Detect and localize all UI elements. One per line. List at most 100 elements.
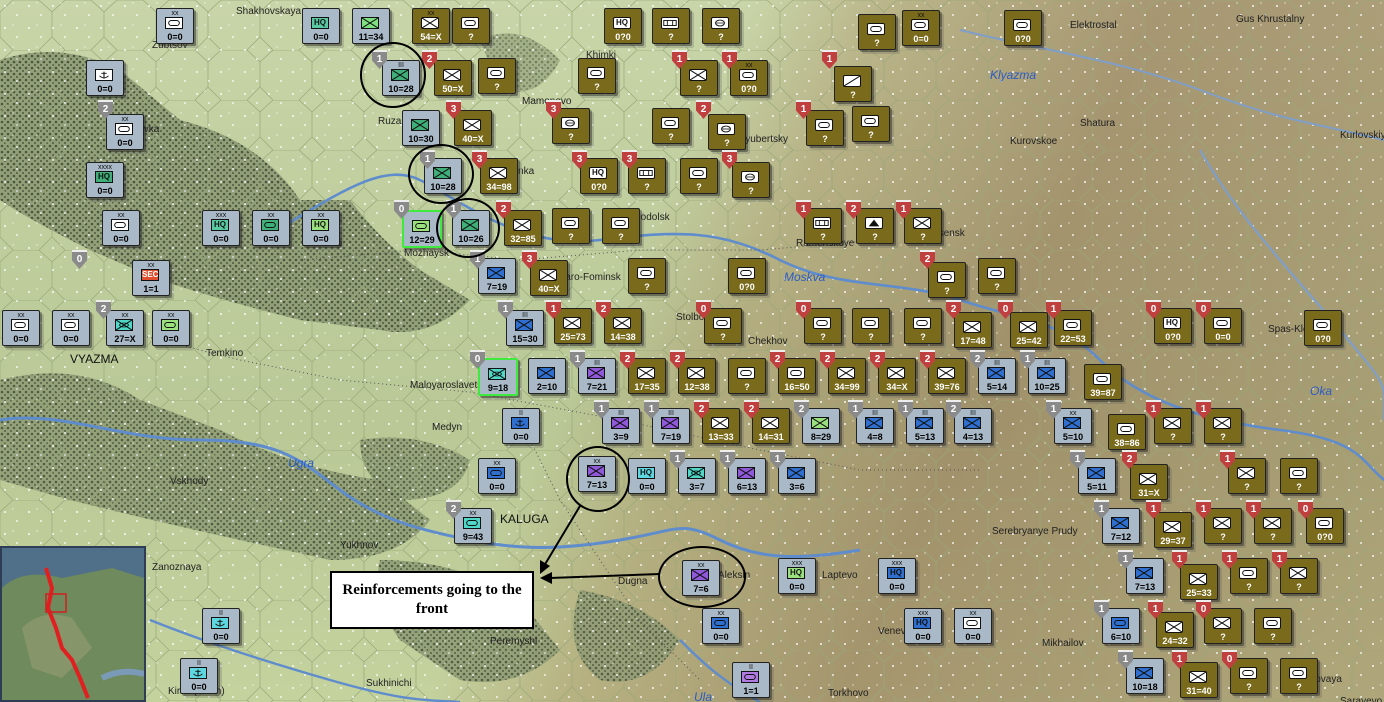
- axis-unit-counter[interactable]: ?: [704, 308, 742, 344]
- soviet-unit-counter[interactable]: III 4=13: [954, 408, 992, 444]
- axis-unit-counter[interactable]: ?: [852, 106, 890, 142]
- soviet-unit-counter[interactable]: xx HQ 0=0: [302, 210, 340, 246]
- soviet-unit-counter[interactable]: III 7=19: [652, 408, 690, 444]
- soviet-unit-counter[interactable]: 11=34: [352, 8, 390, 44]
- axis-unit-counter[interactable]: 38=86: [1108, 414, 1146, 450]
- soviet-unit-counter[interactable]: xx SEC 1=1: [132, 260, 170, 296]
- axis-unit-counter[interactable]: 22=53: [1054, 310, 1092, 346]
- axis-unit-counter[interactable]: 14=38: [604, 308, 642, 344]
- soviet-unit-counter[interactable]: 3=7: [678, 458, 716, 494]
- axis-unit-counter[interactable]: ?: [1280, 558, 1318, 594]
- axis-unit-counter[interactable]: ?: [680, 158, 718, 194]
- soviet-unit-counter[interactable]: 3=6: [778, 458, 816, 494]
- soviet-unit-counter[interactable]: 6=10: [1102, 608, 1140, 644]
- axis-unit-counter[interactable]: ?: [804, 208, 842, 244]
- axis-unit-counter[interactable]: ?: [1254, 508, 1292, 544]
- soviet-unit-counter[interactable]: xx 0=0: [106, 114, 144, 150]
- soviet-unit-counter[interactable]: III 15=30: [506, 310, 544, 346]
- soviet-unit-counter[interactable]: 7=12: [1102, 508, 1140, 544]
- axis-unit-counter[interactable]: ?: [602, 208, 640, 244]
- soviet-unit-counter[interactable]: 8=29: [802, 408, 840, 444]
- axis-unit-counter[interactable]: ?: [834, 66, 872, 102]
- soviet-unit-counter[interactable]: xx 0=0: [702, 608, 740, 644]
- axis-unit-counter[interactable]: ?: [578, 58, 616, 94]
- axis-unit-counter[interactable]: ?: [904, 208, 942, 244]
- axis-unit-counter[interactable]: ?: [732, 162, 770, 198]
- axis-unit-counter[interactable]: ?: [978, 258, 1016, 294]
- axis-unit-counter[interactable]: 32=85: [504, 210, 542, 246]
- axis-unit-counter[interactable]: 34=X: [878, 358, 916, 394]
- axis-unit-counter[interactable]: ?: [652, 108, 690, 144]
- axis-unit-counter[interactable]: 12=38: [678, 358, 716, 394]
- soviet-unit-counter[interactable]: III 10=28: [382, 60, 420, 96]
- axis-unit-counter[interactable]: ?: [452, 8, 490, 44]
- soviet-unit-counter[interactable]: xx 0=0: [478, 458, 516, 494]
- axis-unit-counter[interactable]: 16=50: [778, 358, 816, 394]
- soviet-unit-counter[interactable]: xx 7=13: [578, 456, 616, 492]
- axis-unit-counter[interactable]: 34=99: [828, 358, 866, 394]
- soviet-unit-counter[interactable]: 9=18: [478, 358, 518, 396]
- axis-unit-counter[interactable]: ?: [1280, 458, 1318, 494]
- axis-unit-counter[interactable]: ?: [1154, 408, 1192, 444]
- soviet-unit-counter[interactable]: HQ 0=0: [628, 458, 666, 494]
- axis-unit-counter[interactable]: ?: [552, 208, 590, 244]
- soviet-unit-counter[interactable]: 7=13: [1126, 558, 1164, 594]
- soviet-unit-counter[interactable]: III 10=25: [1028, 358, 1066, 394]
- axis-unit-counter[interactable]: ?: [1204, 508, 1242, 544]
- axis-unit-counter[interactable]: 0?0: [728, 258, 766, 294]
- axis-unit-counter[interactable]: 29=37: [1154, 512, 1192, 548]
- axis-unit-counter[interactable]: 31=40: [1180, 662, 1218, 698]
- soviet-unit-counter[interactable]: III 7=21: [578, 358, 616, 394]
- soviet-unit-counter[interactable]: III 3=9: [602, 408, 640, 444]
- axis-unit-counter[interactable]: ?: [1254, 608, 1292, 644]
- soviet-unit-counter[interactable]: xxxx HQ 0=0: [86, 162, 124, 198]
- soviet-unit-counter[interactable]: 5=11: [1078, 458, 1116, 494]
- soviet-unit-counter[interactable]: 12=29: [402, 210, 442, 248]
- axis-unit-counter[interactable]: 24=32: [1156, 612, 1194, 648]
- soviet-unit-counter[interactable]: 6=13: [728, 458, 766, 494]
- soviet-unit-counter[interactable]: II 0=0: [202, 608, 240, 644]
- soviet-unit-counter[interactable]: xxx HQ 0=0: [904, 608, 942, 644]
- soviet-unit-counter[interactable]: II 0=0: [502, 408, 540, 444]
- soviet-unit-counter[interactable]: 0=0: [86, 60, 124, 96]
- axis-unit-counter[interactable]: ?: [652, 8, 690, 44]
- soviet-unit-counter[interactable]: II 1=1: [732, 662, 770, 698]
- soviet-unit-counter[interactable]: xx 0=0: [52, 310, 90, 346]
- axis-unit-counter[interactable]: ?: [1204, 608, 1242, 644]
- axis-unit-counter[interactable]: ?: [904, 308, 942, 344]
- axis-unit-counter[interactable]: ?: [928, 262, 966, 298]
- soviet-unit-counter[interactable]: xxx HQ 0=0: [778, 558, 816, 594]
- axis-unit-counter[interactable]: 25=33: [1180, 564, 1218, 600]
- soviet-unit-counter[interactable]: xxx HQ 0=0: [202, 210, 240, 246]
- axis-unit-counter[interactable]: 0?0: [1304, 310, 1342, 346]
- axis-unit-counter[interactable]: HQ 0?0: [580, 158, 618, 194]
- soviet-unit-counter[interactable]: 10=18: [1126, 658, 1164, 694]
- axis-unit-counter[interactable]: ?: [628, 258, 666, 294]
- soviet-unit-counter[interactable]: xx 0=0: [2, 310, 40, 346]
- axis-unit-counter[interactable]: 40=X: [530, 260, 568, 296]
- axis-unit-counter[interactable]: ?: [1280, 658, 1318, 694]
- axis-unit-counter[interactable]: 39=76: [928, 358, 966, 394]
- axis-unit-counter[interactable]: ?: [1228, 458, 1266, 494]
- soviet-unit-counter[interactable]: xxx HQ 0=0: [878, 558, 916, 594]
- axis-unit-counter[interactable]: ?: [852, 308, 890, 344]
- soviet-unit-counter[interactable]: III 5=14: [978, 358, 1016, 394]
- axis-unit-counter[interactable]: 14=31: [752, 408, 790, 444]
- axis-unit-counter[interactable]: ?: [728, 358, 766, 394]
- soviet-unit-counter[interactable]: xx 0=0: [102, 210, 140, 246]
- axis-unit-counter[interactable]: 40=X: [454, 110, 492, 146]
- game-map[interactable]: ShakhovskayaZubtsovSychevkaBorodinoMozha…: [0, 0, 1384, 702]
- axis-unit-counter[interactable]: ?: [856, 208, 894, 244]
- axis-unit-counter[interactable]: ?: [804, 308, 842, 344]
- axis-unit-counter[interactable]: ?: [1230, 658, 1268, 694]
- soviet-unit-counter[interactable]: 10=26: [452, 210, 490, 246]
- axis-unit-counter[interactable]: ?: [702, 8, 740, 44]
- axis-unit-counter[interactable]: 13=33: [702, 408, 740, 444]
- soviet-unit-counter[interactable]: xx 0=0: [156, 8, 194, 44]
- soviet-unit-counter[interactable]: xx 0=0: [152, 310, 190, 346]
- soviet-unit-counter[interactable]: HQ 0=0: [302, 8, 340, 44]
- minimap[interactable]: [0, 546, 146, 702]
- soviet-unit-counter[interactable]: xx 0=0: [954, 608, 992, 644]
- soviet-unit-counter[interactable]: III 4=8: [856, 408, 894, 444]
- axis-unit-counter[interactable]: ?: [806, 110, 844, 146]
